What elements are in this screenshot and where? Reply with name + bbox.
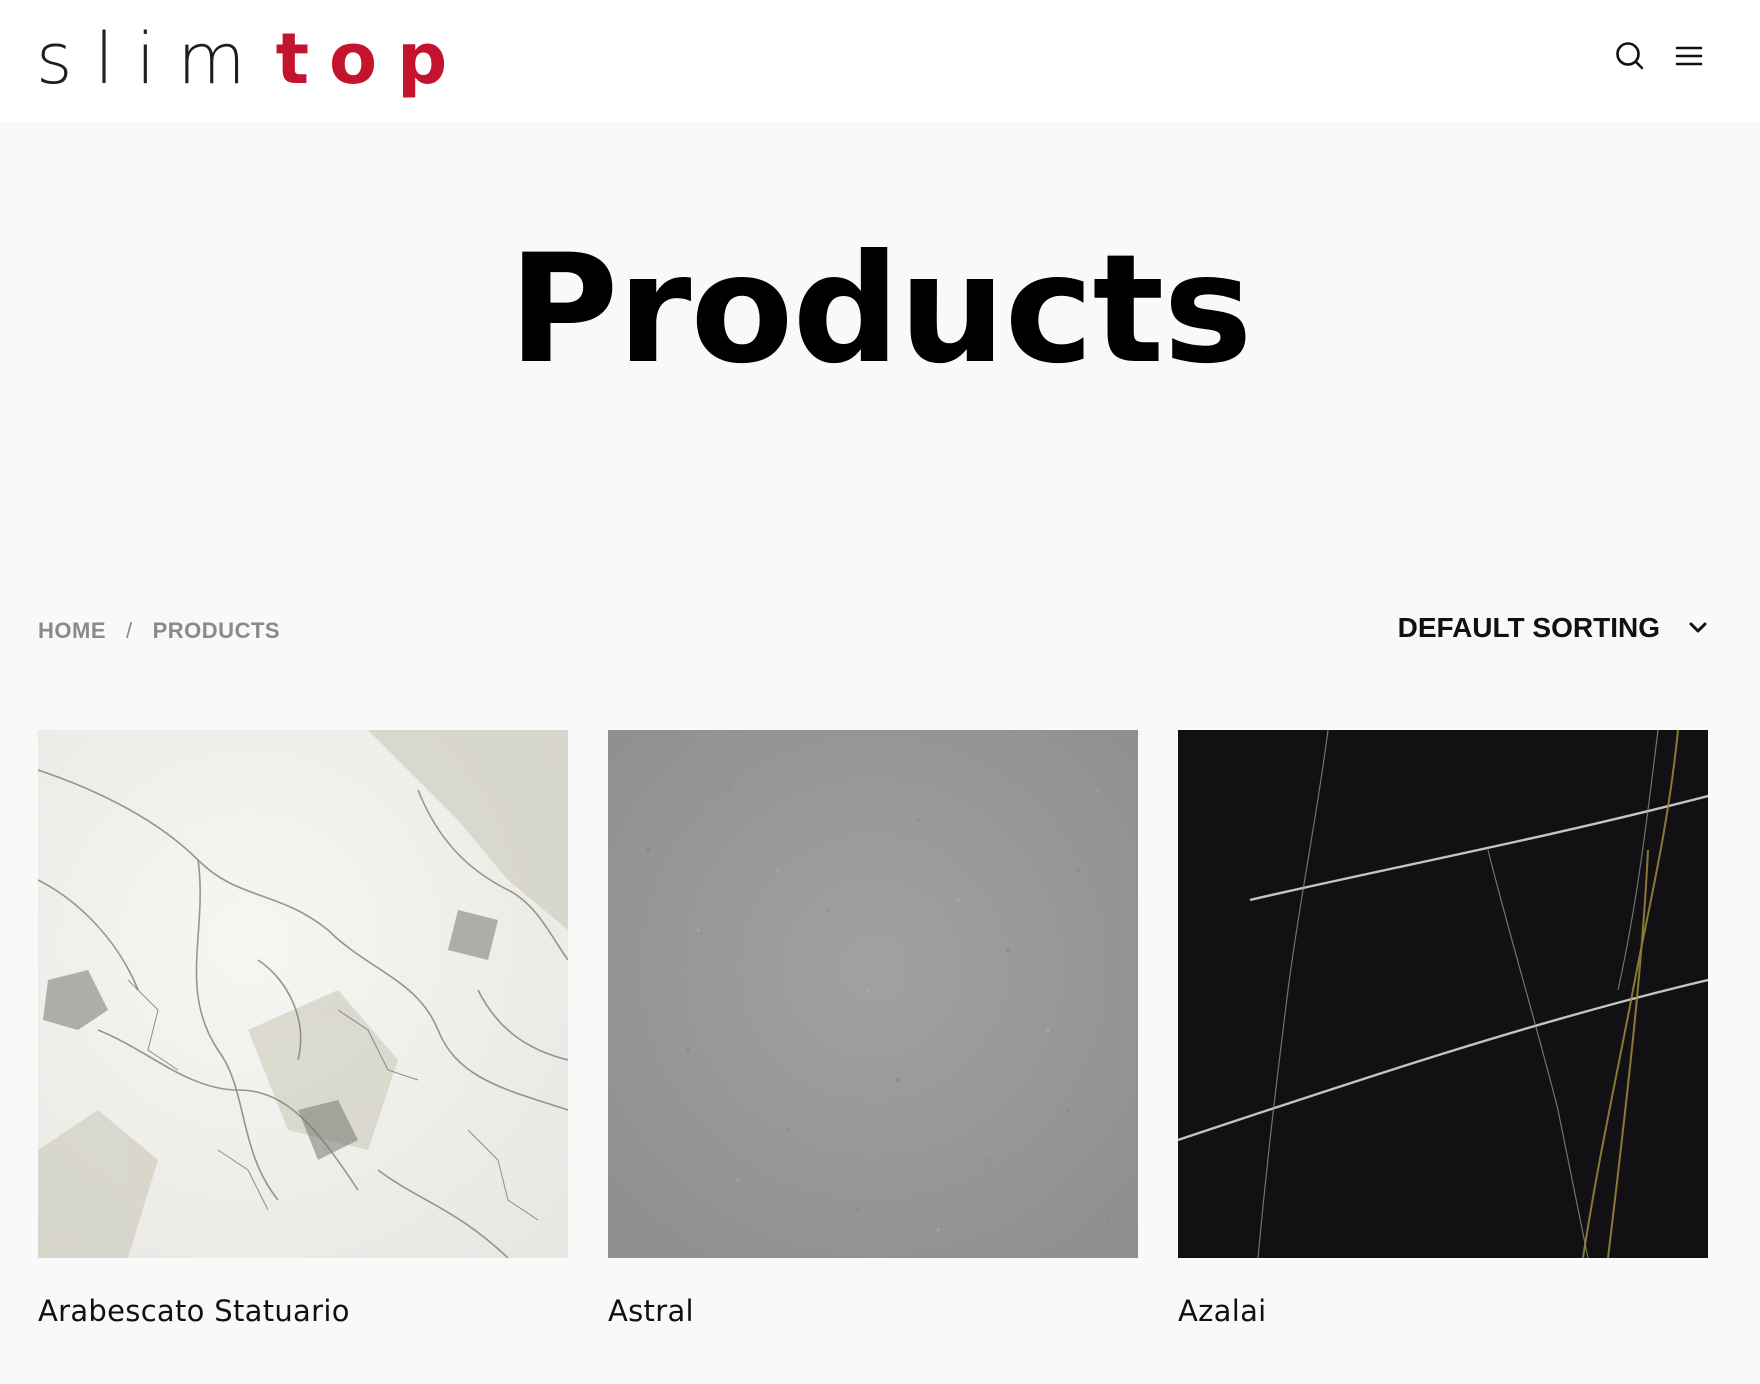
sorting-select[interactable]: DEFAULT SORTING bbox=[1398, 612, 1708, 644]
page-title: Products bbox=[508, 223, 1252, 397]
product-grid: Arabescato Statuario Astral Azalai bbox=[38, 730, 1708, 1328]
menu-icon bbox=[1675, 46, 1703, 66]
breadcrumb-separator: / bbox=[126, 618, 133, 643]
product-name[interactable]: Arabescato Statuario bbox=[38, 1294, 568, 1328]
sorting-selected-label: DEFAULT SORTING bbox=[1397, 612, 1660, 643]
site-logo[interactable]: slim top bbox=[36, 14, 467, 104]
menu-button[interactable] bbox=[1669, 36, 1709, 76]
site-header: slim top bbox=[0, 0, 1760, 122]
product-image[interactable] bbox=[38, 730, 568, 1258]
search-icon bbox=[1616, 42, 1644, 70]
logo-text-light: slim bbox=[36, 18, 268, 100]
search-button[interactable] bbox=[1610, 36, 1650, 76]
chevron-down-icon bbox=[1688, 621, 1708, 635]
product-card[interactable]: Arabescato Statuario bbox=[38, 730, 568, 1328]
product-card[interactable]: Azalai bbox=[1178, 730, 1708, 1328]
product-image[interactable] bbox=[1178, 730, 1708, 1258]
product-name[interactable]: Astral bbox=[608, 1294, 1138, 1328]
product-name[interactable]: Azalai bbox=[1178, 1294, 1708, 1328]
breadcrumb-home-link[interactable]: HOME bbox=[38, 618, 106, 644]
product-image[interactable] bbox=[608, 730, 1138, 1258]
product-card[interactable]: Astral bbox=[608, 730, 1138, 1328]
breadcrumb: HOME / PRODUCTS bbox=[38, 618, 280, 644]
logo-text-bold: top bbox=[275, 18, 468, 100]
breadcrumb-current: PRODUCTS bbox=[152, 618, 281, 643]
